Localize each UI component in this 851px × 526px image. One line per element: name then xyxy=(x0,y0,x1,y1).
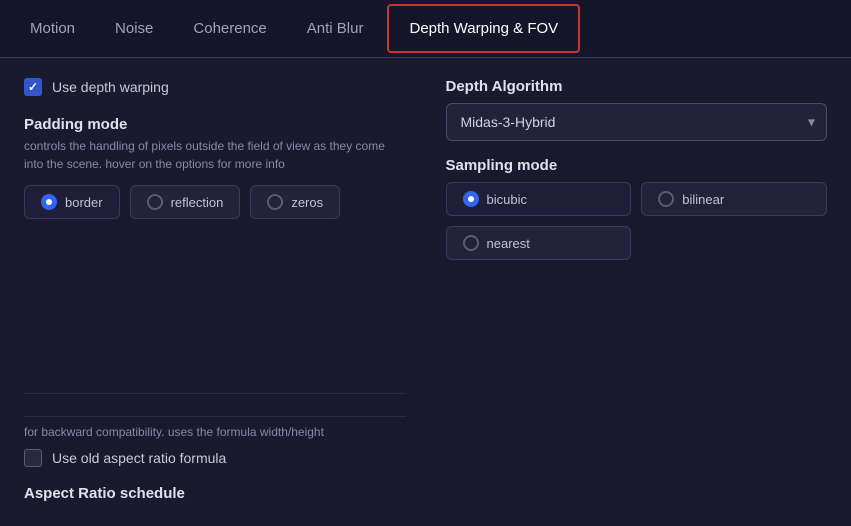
compat-note: for backward compatibility. uses the for… xyxy=(24,416,406,439)
sampling-radio-group: bicubic bilinear nearest xyxy=(446,182,828,260)
bilinear-label: bilinear xyxy=(682,192,724,207)
tab-depth-warping[interactable]: Depth Warping & FOV xyxy=(387,4,580,53)
tab-bar: Motion Noise Coherence Anti Blur Depth W… xyxy=(0,0,851,58)
bilinear-radio-dot xyxy=(658,191,674,207)
depth-algorithm-select[interactable]: Midas-3-Hybrid AdaBins LeReS ZoeDepth xyxy=(446,103,828,141)
zeros-radio-dot xyxy=(267,194,283,210)
sampling-mode-label: Sampling mode xyxy=(446,157,828,174)
aspect-ratio-schedule-label: Aspect Ratio schedule xyxy=(24,485,406,502)
check-icon: ✓ xyxy=(28,80,38,94)
divider xyxy=(24,393,406,394)
reflection-radio-dot xyxy=(147,194,163,210)
tab-anti-blur[interactable]: Anti Blur xyxy=(287,6,384,51)
nearest-label: nearest xyxy=(487,236,530,251)
tab-coherence[interactable]: Coherence xyxy=(173,6,286,51)
padding-mode-section: Padding mode controls the handling of pi… xyxy=(24,116,406,219)
use-old-formula-label: Use old aspect ratio formula xyxy=(52,450,226,466)
sampling-mode-section: Sampling mode bicubic bilinear nearest xyxy=(446,157,828,260)
main-content: ✓ Use depth warping Padding mode control… xyxy=(0,58,851,522)
zeros-label: zeros xyxy=(291,195,323,210)
depth-algorithm-section: Depth Algorithm Midas-3-Hybrid AdaBins L… xyxy=(446,78,828,141)
nearest-radio-dot xyxy=(463,235,479,251)
use-depth-warping-checkbox[interactable]: ✓ xyxy=(24,78,42,96)
padding-radio-group: border reflection zeros xyxy=(24,185,406,219)
use-old-formula-checkbox[interactable] xyxy=(24,449,42,467)
depth-algorithm-label: Depth Algorithm xyxy=(446,78,828,95)
sampling-option-bilinear[interactable]: bilinear xyxy=(641,182,827,216)
bicubic-radio-dot xyxy=(463,191,479,207)
sampling-option-nearest[interactable]: nearest xyxy=(446,226,632,260)
bicubic-label: bicubic xyxy=(487,192,527,207)
use-depth-warping-label: Use depth warping xyxy=(52,79,169,95)
padding-option-reflection[interactable]: reflection xyxy=(130,185,241,219)
depth-algorithm-select-wrapper: Midas-3-Hybrid AdaBins LeReS ZoeDepth ▾ xyxy=(446,103,828,141)
border-label: border xyxy=(65,195,103,210)
padding-mode-desc: controls the handling of pixels outside … xyxy=(24,137,406,173)
use-depth-warping-row[interactable]: ✓ Use depth warping xyxy=(24,78,406,96)
reflection-label: reflection xyxy=(171,195,224,210)
left-panel: ✓ Use depth warping Padding mode control… xyxy=(24,78,406,502)
tab-noise[interactable]: Noise xyxy=(95,6,173,51)
right-panel: Depth Algorithm Midas-3-Hybrid AdaBins L… xyxy=(446,78,828,502)
bottom-section: for backward compatibility. uses the for… xyxy=(24,389,406,502)
sampling-option-bicubic[interactable]: bicubic xyxy=(446,182,632,216)
tab-motion[interactable]: Motion xyxy=(10,6,95,51)
border-radio-dot xyxy=(41,194,57,210)
padding-option-zeros[interactable]: zeros xyxy=(250,185,340,219)
padding-option-border[interactable]: border xyxy=(24,185,120,219)
use-old-formula-row[interactable]: Use old aspect ratio formula xyxy=(24,449,406,467)
padding-mode-title: Padding mode xyxy=(24,116,406,133)
